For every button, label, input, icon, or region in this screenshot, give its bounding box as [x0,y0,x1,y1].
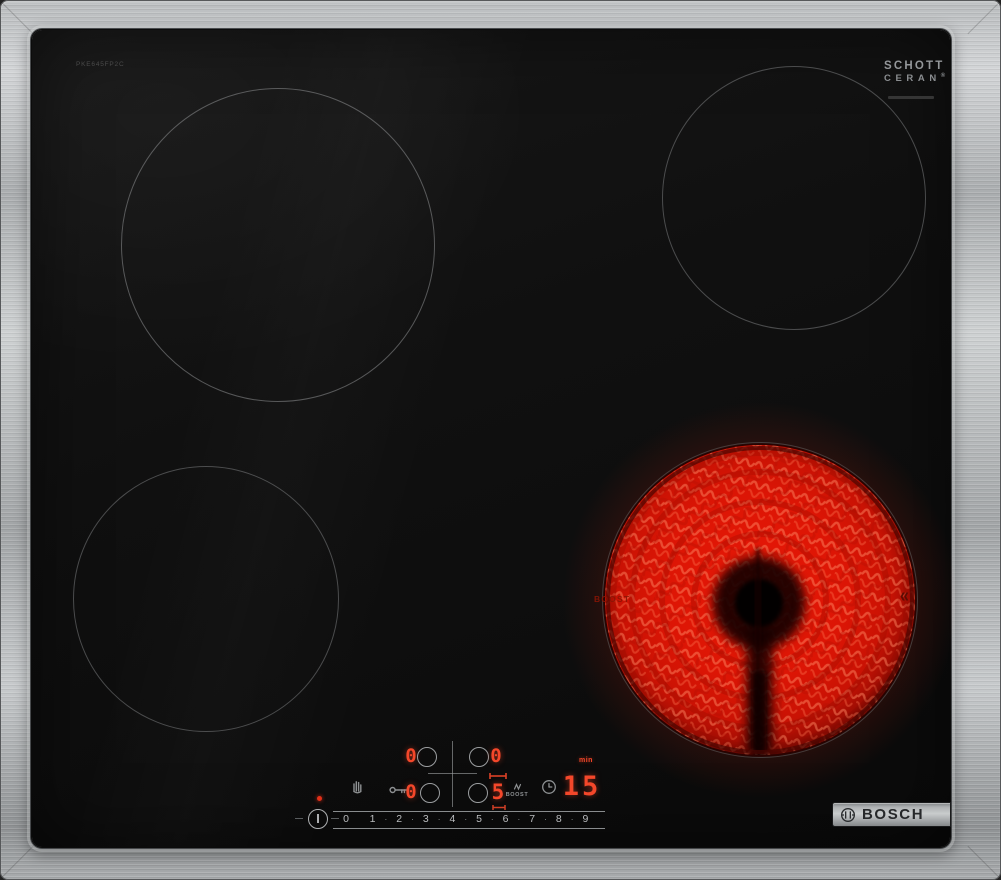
zone-display-front-left: 0 [405,781,417,803]
model-number-label: PKE645FP2C [76,61,125,68]
frame-miter-top-right [967,1,1001,35]
frame-miter-bottom-left [0,845,34,879]
slider-level-2[interactable]: 2 [392,812,406,827]
brand-logo-text: BOSCH [862,806,925,823]
zone-bracket-marker-top [489,773,507,779]
schott-ceran-logo: SCHOTT CERAN® [884,60,946,84]
boost-icon[interactable] [513,781,522,791]
slider-separator-dot: · [570,814,574,824]
burner-boost-marking: BOOST [594,594,631,604]
zone-cross-divider-vertical [452,741,453,807]
zone-select-key-front-left[interactable] [420,783,440,803]
slider-separator-dot: · [437,814,441,824]
slider-separator-dot: · [517,814,521,824]
slider-level-0[interactable]: 0 [339,812,353,827]
slider-level-6[interactable]: 6 [499,812,513,827]
cooktop: PKE645FP2C SCHOTT CERAN® BOOST « 0 0 0 5… [0,0,1001,880]
brand-badge: BOSCH [833,803,950,826]
power-indicator-dot [317,796,322,801]
main-switch-icon [316,813,319,823]
slider-separator-dot: · [544,814,547,824]
schott-logo-line2: CERAN® [884,73,946,84]
extension-zone-marker: « [900,585,909,607]
slider-level-4[interactable]: 4 [445,812,459,827]
slider-level-7[interactable]: 7 [525,812,539,827]
burner-front-right-active [600,440,920,760]
zone-select-key-front-right[interactable] [468,783,488,803]
zone-select-key-back-left[interactable] [417,747,437,767]
zone-cross-divider-horizontal [428,773,477,774]
burner-back-right [662,66,926,330]
timer-unit-label: min [579,757,593,764]
slider-separator-dot: · [464,814,468,824]
ceran-microtext-line [888,96,934,99]
wipe-protection-hand-icon[interactable] [349,778,365,794]
slider-level-3[interactable]: 3 [419,812,433,827]
frame-miter-bottom-right [967,845,1001,879]
ceramic-glass-surface: PKE645FP2C SCHOTT CERAN® BOOST « 0 0 0 5… [32,30,960,847]
slider-level-8[interactable]: 8 [552,812,566,827]
slider-separator-dot: · [384,814,388,824]
main-switch-dash-left [295,818,303,819]
slider-level-1[interactable]: 1 [366,812,380,827]
bosch-anchor-icon [841,807,855,822]
radiant-element-graphic [602,442,918,758]
main-power-button[interactable] [308,809,328,829]
slider-level-5[interactable]: 5 [472,812,486,827]
slider-separator-dot: · [490,814,494,824]
slider-separator-dot: · [411,814,414,824]
power-slider[interactable]: 0 1 · 2 · 3 · 4 · 5 · 6 · 7 · 8 · 9 [333,811,605,829]
schott-logo-line1: SCHOTT [884,60,945,72]
registered-mark: ® [940,73,946,79]
frame-miter-top-left [0,1,34,35]
timer-value-display: 15 [562,771,602,802]
boost-key-label[interactable]: BOOST [500,792,534,798]
slider-level-9[interactable]: 9 [578,812,592,827]
burner-back-left [121,88,435,402]
zone-bracket-marker-bottom [492,805,506,810]
burner-front-left [73,466,339,732]
zone-display-back-right: 0 [490,745,502,767]
zone-select-key-back-right[interactable] [469,747,489,767]
timer-clock-icon[interactable] [541,779,557,795]
